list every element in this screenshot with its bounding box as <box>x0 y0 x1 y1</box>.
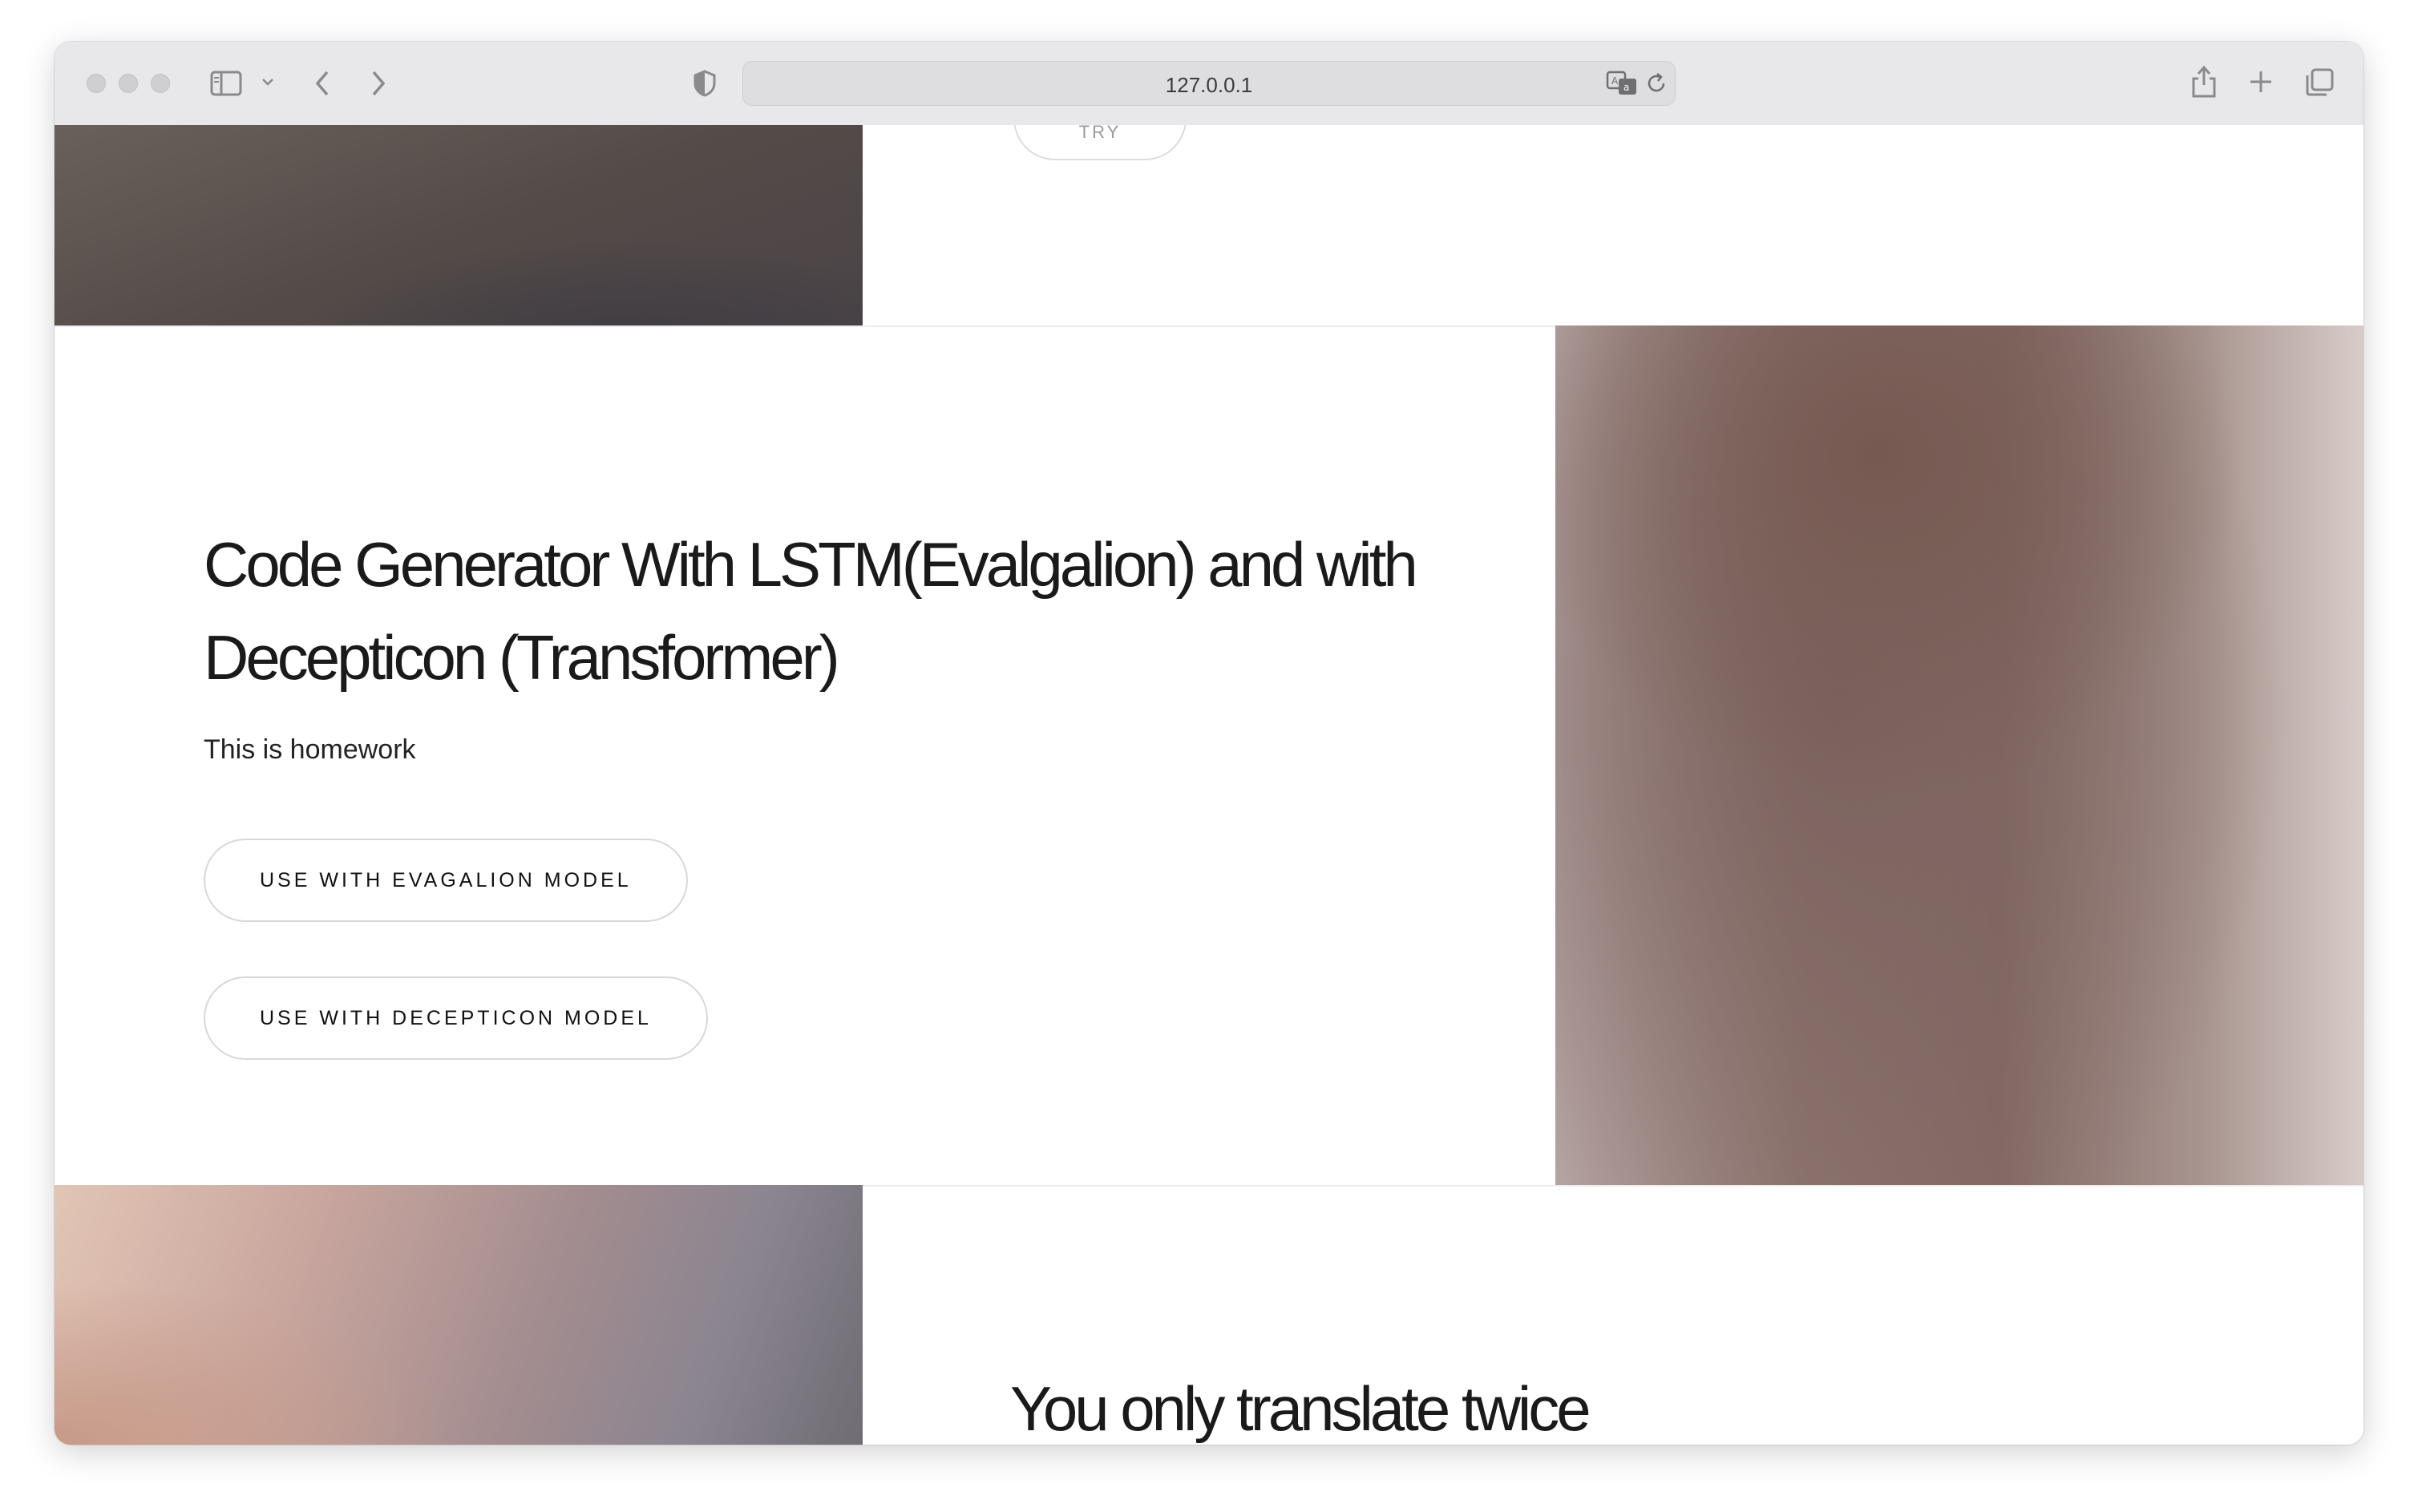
chevron-down-icon[interactable] <box>261 77 274 87</box>
code-generator-description: This is homework <box>204 734 416 765</box>
chevron-left-icon[interactable] <box>313 69 332 98</box>
tabs-overview-icon[interactable] <box>2304 67 2335 98</box>
hero-image-top <box>55 125 863 325</box>
chevron-right-icon[interactable] <box>369 69 388 98</box>
translate-section-title: You only translate twice <box>1010 1373 1591 1444</box>
try-button-label: TRY <box>1078 125 1122 142</box>
code-generator-title: Code Generator With LSTM(Evalgalion) and… <box>204 529 1418 693</box>
try-button[interactable]: TRY <box>1013 125 1187 160</box>
translate-section-image <box>55 1185 863 1445</box>
minimize-window-button[interactable] <box>119 74 138 93</box>
url-text: 127.0.0.1 <box>1165 73 1253 97</box>
browser-window: 127.0.0.1 A a TRY Code Generator With LS… <box>55 42 2363 1445</box>
page-content: TRY Code Generator With LSTM(Evalgalion)… <box>55 125 2363 1445</box>
screen: 127.0.0.1 A a TRY Code Generator With LS… <box>0 0 2418 1512</box>
reload-icon[interactable] <box>1644 71 1668 95</box>
zoom-window-button[interactable] <box>151 74 170 93</box>
use-decepticon-model-button[interactable]: USE WITH DECEPTICON MODEL <box>204 976 708 1060</box>
svg-text:A: A <box>1611 75 1619 87</box>
plus-icon[interactable] <box>2248 69 2274 95</box>
shield-icon[interactable] <box>693 69 717 98</box>
translate-icon[interactable]: A a <box>1606 70 1638 97</box>
address-bar[interactable]: 127.0.0.1 A a <box>742 61 1676 106</box>
code-generator-image <box>1555 325 2363 1185</box>
browser-toolbar: 127.0.0.1 A a <box>55 42 2363 126</box>
sidebar-icon[interactable] <box>210 69 242 98</box>
svg-text:a: a <box>1623 82 1629 93</box>
close-window-button[interactable] <box>87 74 106 93</box>
use-evagalion-model-button[interactable]: USE WITH EVAGALION MODEL <box>204 839 688 922</box>
share-icon[interactable] <box>2190 64 2218 99</box>
